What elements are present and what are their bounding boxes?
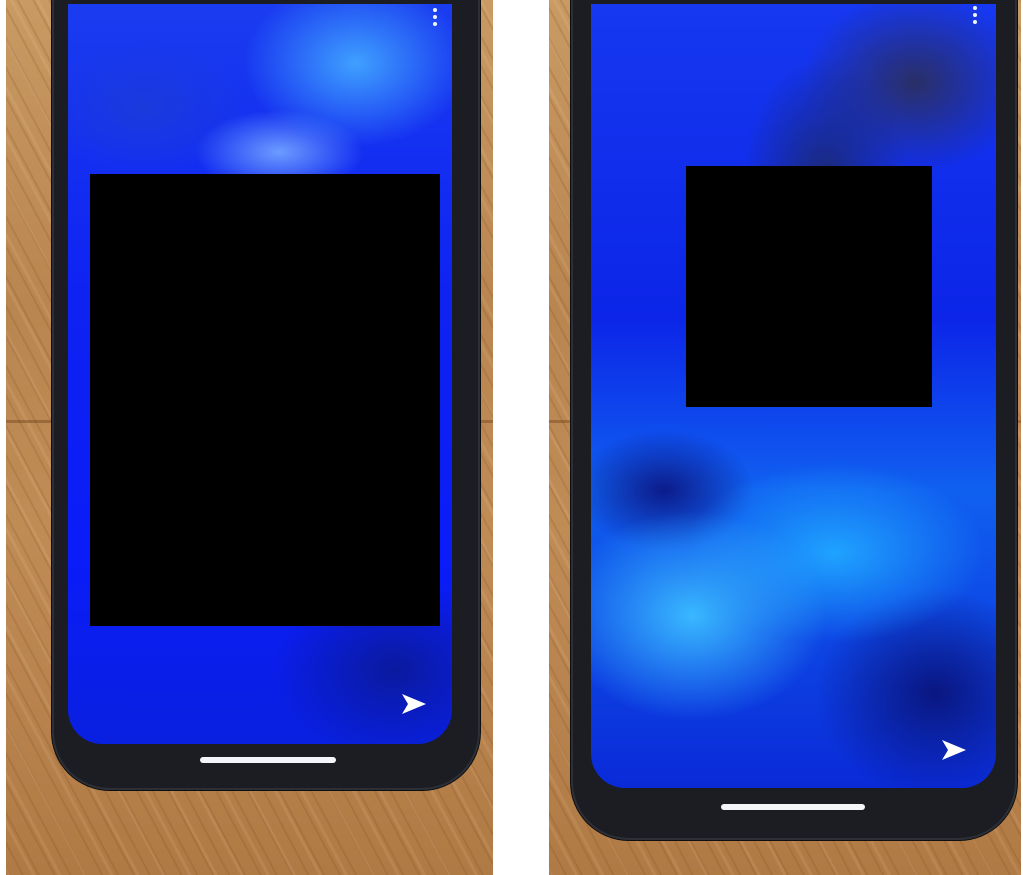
send-arrow-icon[interactable]: [940, 738, 968, 762]
right-phone-photo: [549, 0, 1021, 875]
phone-screen: [68, 4, 452, 744]
home-indicator[interactable]: [721, 804, 865, 810]
phone-screen: [591, 4, 996, 788]
redaction-box: [686, 166, 932, 407]
home-indicator[interactable]: [200, 757, 336, 763]
more-vertical-icon[interactable]: [972, 6, 978, 28]
more-vertical-icon[interactable]: [432, 8, 438, 30]
phone-body: [571, 0, 1017, 840]
left-phone-photo: [6, 0, 493, 875]
redaction-box: [90, 174, 440, 626]
phone-body: [52, 0, 480, 790]
send-arrow-icon[interactable]: [400, 692, 428, 716]
